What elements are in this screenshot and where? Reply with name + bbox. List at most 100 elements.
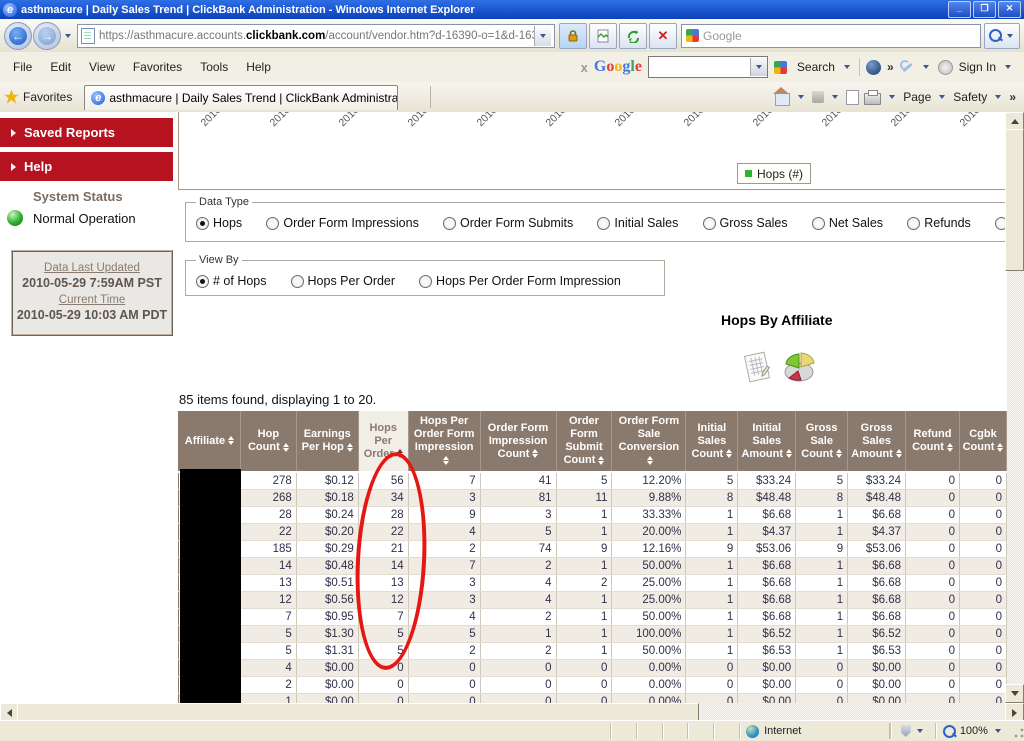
column-header-gross-sales-amount[interactable]: Gross Sales Amount	[848, 411, 906, 472]
read-mail-icon[interactable]	[846, 90, 859, 105]
new-tab-stub[interactable]	[404, 86, 431, 108]
data-type-order-form-submits[interactable]: Order Form Submits	[443, 216, 573, 230]
search-options-chevron[interactable]	[844, 65, 850, 69]
page-tab[interactable]: e asthmacure | Daily Sales Trend | Click…	[84, 85, 398, 110]
radio-button[interactable]	[196, 217, 209, 230]
data-type-net-sales[interactable]: Net Sales	[812, 216, 883, 230]
sign-in-button[interactable]: Sign In	[959, 60, 996, 74]
column-header-initial-sales-count[interactable]: Initial Sales Count	[686, 411, 738, 472]
data-type-refunds[interactable]: Refunds	[907, 216, 971, 230]
view-by--of-hops[interactable]: # of Hops	[196, 274, 267, 288]
google-toolbar-searchbox[interactable]	[648, 56, 768, 78]
zoom-control[interactable]: 100%	[935, 723, 1010, 739]
table-cell: 9	[796, 541, 848, 558]
menu-view[interactable]: View	[80, 58, 124, 76]
url-field[interactable]: https://asthmacure.accounts.clickbank.co…	[77, 24, 555, 48]
view-by-hops-per-order[interactable]: Hops Per Order	[291, 274, 396, 288]
radio-button[interactable]	[812, 217, 825, 230]
radio-button[interactable]	[266, 217, 279, 230]
column-header-order-form-submit-count[interactable]: Order Form Submit Count	[556, 411, 612, 472]
view-by-hops-per-order-form-impression[interactable]: Hops Per Order Form Impression	[419, 274, 621, 288]
toolbar-overflow-chevron[interactable]: »	[887, 60, 894, 74]
menu-edit[interactable]: Edit	[41, 58, 80, 76]
table-cell: 4	[408, 524, 480, 541]
recent-pages-chevron[interactable]	[65, 34, 71, 38]
stop-button[interactable]: ✕	[649, 23, 677, 49]
table-cell: 7	[358, 609, 408, 626]
settings-chevron[interactable]	[923, 65, 929, 69]
column-header-initial-sales-amount[interactable]: Initial Sales Amount	[738, 411, 796, 472]
horizontal-scrollbar[interactable]	[0, 703, 1024, 721]
column-header-hop-count[interactable]: Hop Count	[240, 411, 296, 472]
resize-grip[interactable]	[1011, 723, 1024, 739]
spreadsheet-export-icon[interactable]	[741, 350, 773, 384]
wrench-icon[interactable]	[900, 60, 914, 74]
radio-button[interactable]	[443, 217, 456, 230]
back-button[interactable]: ←	[4, 22, 32, 50]
current-time-link[interactable]: Current Time	[16, 294, 168, 306]
menu-favorites[interactable]: Favorites	[124, 58, 191, 76]
data-type-order-form-impressions[interactable]: Order Form Impressions	[266, 216, 418, 230]
table-cell: 5	[358, 643, 408, 660]
restore-button[interactable]: ❐	[973, 1, 996, 18]
url-text[interactable]: https://asthmacure.accounts.clickbank.co…	[99, 30, 534, 42]
refresh-button[interactable]	[619, 23, 647, 49]
menu-file[interactable]: File	[4, 58, 41, 76]
column-header-order-form-sale-conversion[interactable]: Order Form Sale Conversion	[612, 411, 686, 472]
combo-dropdown-button[interactable]	[750, 58, 767, 76]
home-chevron[interactable]	[798, 95, 804, 99]
sign-in-chevron[interactable]	[1005, 65, 1011, 69]
column-header-order-form-impression-count[interactable]: Order Form Impression Count	[480, 411, 556, 472]
menu-tools[interactable]: Tools	[191, 58, 237, 76]
pie-chart-icon[interactable]	[781, 350, 817, 384]
data-type-gross-sales[interactable]: Gross Sales	[703, 216, 788, 230]
url-dropdown-button[interactable]	[534, 26, 551, 46]
feeds-icon[interactable]	[812, 91, 824, 103]
table-cell: 0.00%	[612, 677, 686, 694]
google-earth-icon[interactable]	[866, 60, 881, 75]
vertical-scroll-thumb[interactable]	[1005, 129, 1024, 271]
radio-button[interactable]	[907, 217, 920, 230]
vertical-scrollbar[interactable]	[1007, 112, 1024, 703]
toolbar-close-icon[interactable]: x	[581, 60, 588, 75]
feeds-chevron[interactable]	[832, 95, 838, 99]
minimize-button[interactable]: _	[948, 1, 971, 18]
protected-mode-pane[interactable]	[890, 723, 935, 739]
page-menu-button[interactable]: Page	[903, 90, 931, 104]
google-search-button[interactable]: Search	[797, 60, 835, 74]
column-header-hops-per-order-form-impression[interactable]: Hops Per Order Form Impression	[408, 411, 480, 472]
radio-button[interactable]	[597, 217, 610, 230]
data-last-updated-link[interactable]: Data Last Updated	[16, 262, 168, 274]
data-type-hops[interactable]: Hops	[196, 216, 242, 230]
column-header-cgbk-count[interactable]: Cgbk Count	[959, 411, 1006, 472]
search-box[interactable]: Google	[681, 24, 981, 48]
search-go-button[interactable]	[984, 23, 1020, 49]
radio-button[interactable]	[419, 275, 432, 288]
home-icon[interactable]	[775, 93, 790, 106]
forward-button[interactable]: →	[33, 22, 61, 50]
sidebar-item-saved-reports[interactable]: Saved Reports	[0, 118, 173, 147]
radio-button[interactable]	[196, 275, 209, 288]
favbar-overflow-chevron[interactable]: »	[1009, 90, 1016, 104]
column-header-hops-per-order[interactable]: Hops Per Order	[358, 411, 408, 472]
column-header-earnings-per-hop[interactable]: Earnings Per Hop	[296, 411, 358, 472]
scroll-down-button[interactable]	[1005, 684, 1024, 703]
column-header-affiliate[interactable]: Affiliate	[179, 411, 241, 472]
menu-help[interactable]: Help	[237, 58, 280, 76]
close-button[interactable]: ✕	[998, 1, 1021, 18]
column-header-gross-sale-count[interactable]: Gross Sale Count	[796, 411, 848, 472]
radio-button[interactable]	[291, 275, 304, 288]
table-cell: $6.53	[848, 643, 906, 660]
radio-button[interactable]	[703, 217, 716, 230]
safety-menu-button[interactable]: Safety	[953, 90, 987, 104]
sidebar-item-help[interactable]: Help	[0, 152, 173, 181]
column-header-refund-count[interactable]: Refund Count	[906, 411, 960, 472]
table-cell: $6.53	[738, 643, 796, 660]
data-type-initial-sales[interactable]: Initial Sales	[597, 216, 678, 230]
print-icon[interactable]	[864, 93, 881, 105]
print-chevron[interactable]	[889, 95, 895, 99]
security-lock-button[interactable]	[559, 23, 587, 49]
table-cell: 2	[408, 643, 480, 660]
favorites-button[interactable]: Favorites	[23, 90, 72, 104]
compatibility-view-button[interactable]	[589, 23, 617, 49]
